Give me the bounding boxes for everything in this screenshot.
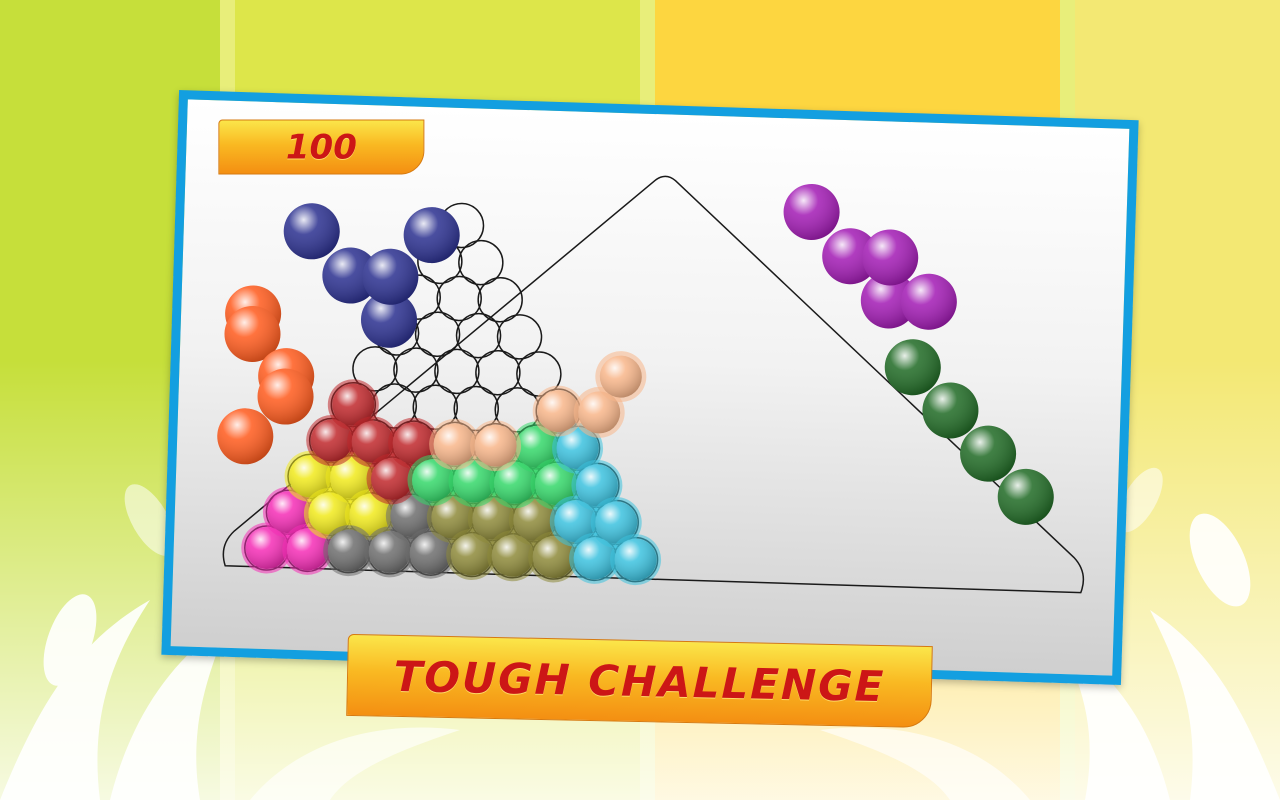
marble[interactable] bbox=[283, 202, 341, 260]
level-title-banner: TOUGH CHALLENGE bbox=[346, 633, 933, 729]
level-title: TOUGH CHALLENGE bbox=[393, 651, 886, 711]
piece-purple[interactable] bbox=[780, 183, 960, 330]
marble[interactable] bbox=[922, 382, 980, 440]
piece-orange[interactable] bbox=[216, 285, 317, 467]
board-canvas bbox=[216, 175, 1085, 594]
piece-dark-green[interactable] bbox=[880, 338, 1059, 525]
marble[interactable] bbox=[783, 183, 841, 241]
marble[interactable] bbox=[884, 338, 942, 396]
piece-blue[interactable] bbox=[280, 202, 460, 349]
marble[interactable] bbox=[959, 425, 1017, 483]
marble[interactable] bbox=[216, 407, 274, 465]
marble[interactable] bbox=[997, 468, 1055, 526]
marble[interactable] bbox=[403, 206, 461, 264]
score-value: 100 bbox=[285, 127, 357, 168]
game-board-card: 100 bbox=[161, 90, 1139, 685]
score-badge: 100 bbox=[218, 119, 425, 175]
